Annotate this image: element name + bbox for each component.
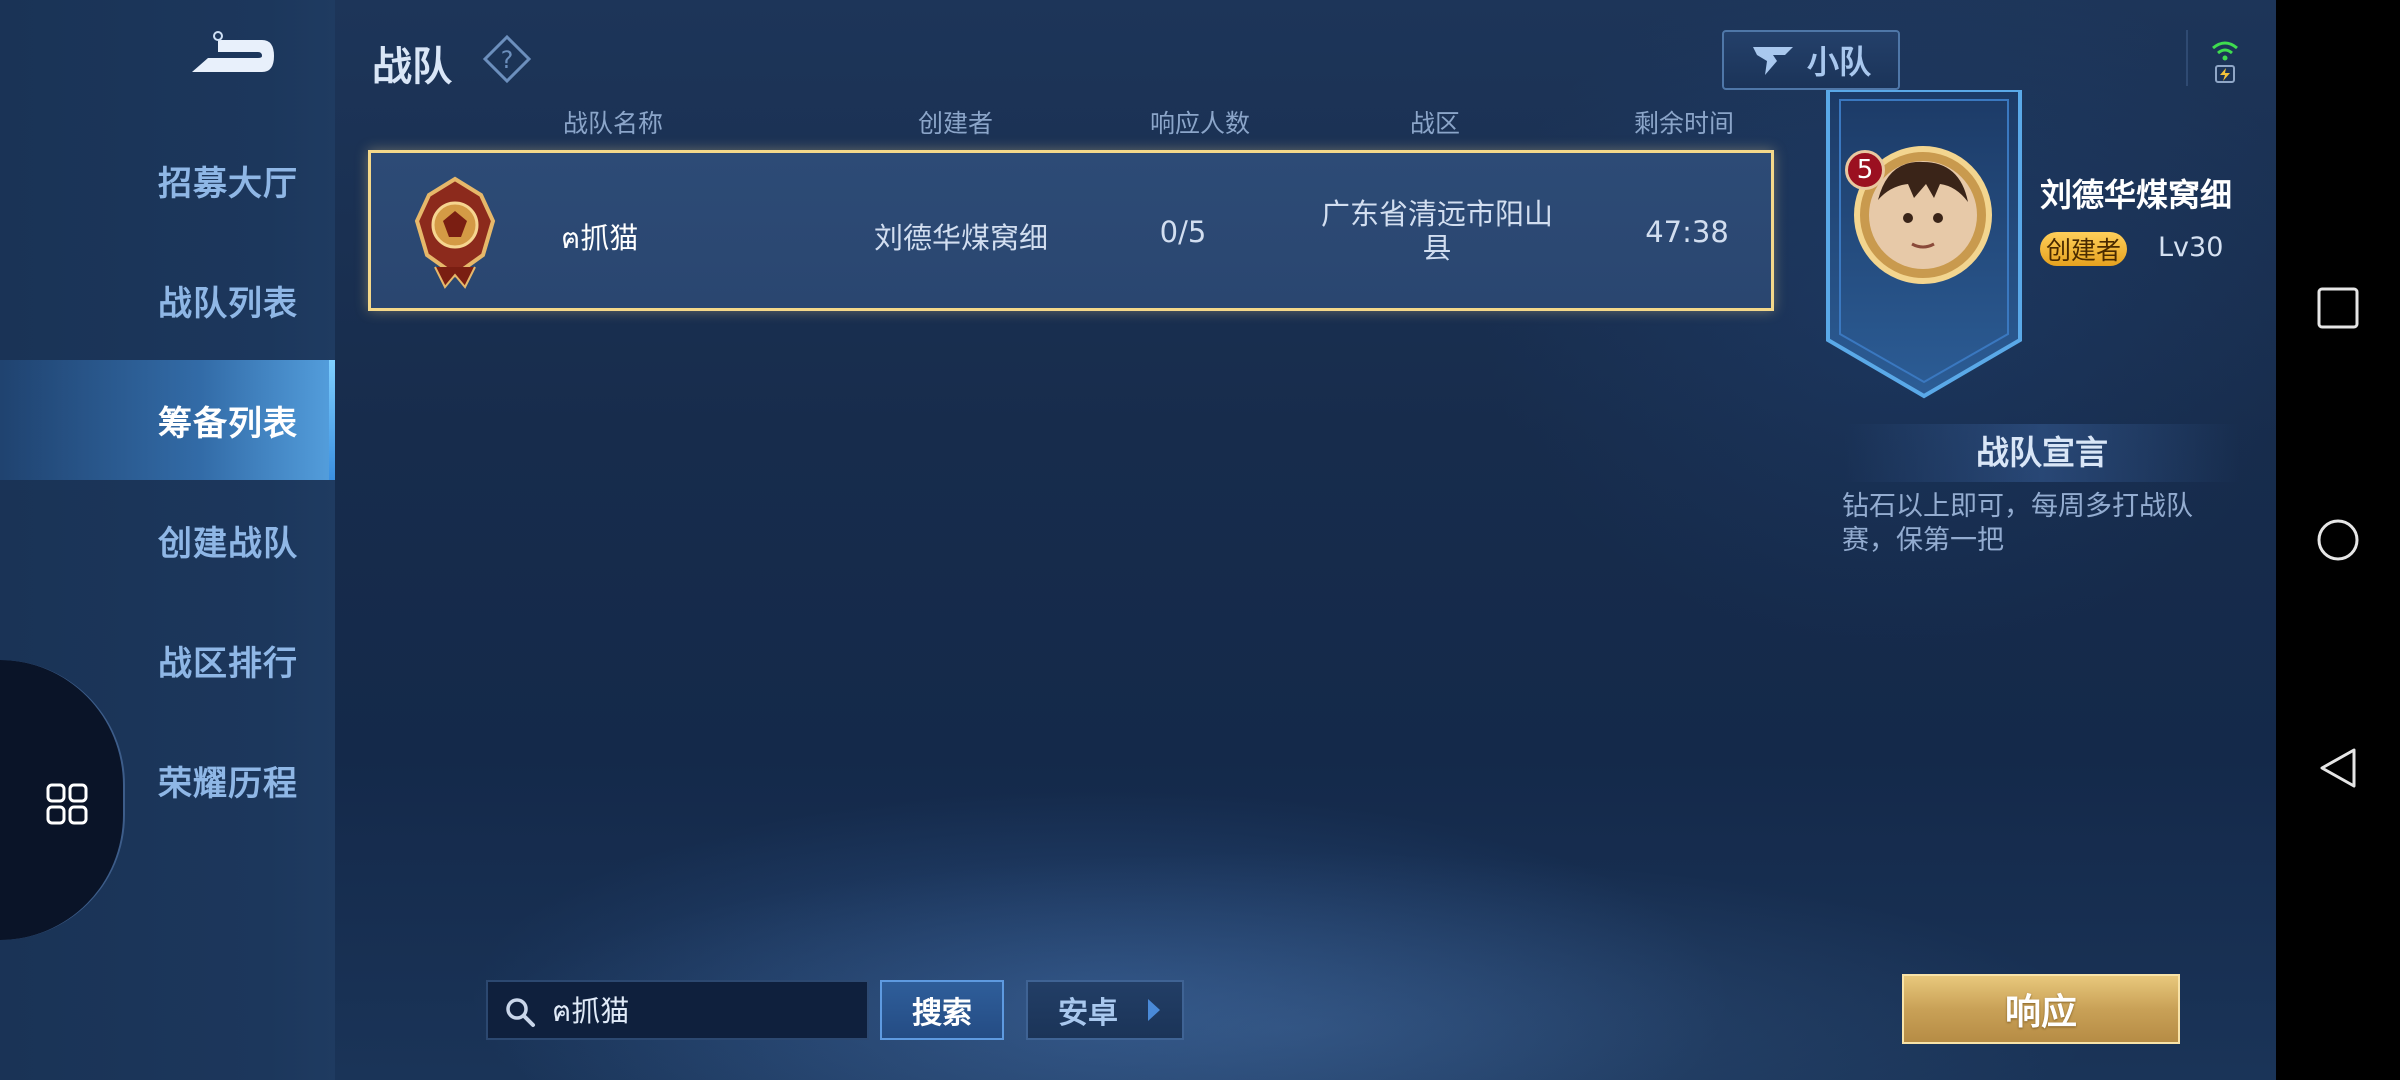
page-title: 战队 bbox=[372, 44, 452, 90]
sidebar-item-label: 招募大厅 bbox=[158, 163, 298, 204]
sidebar-item-label: 战区排行 bbox=[158, 643, 298, 684]
recent-apps-icon[interactable] bbox=[2316, 286, 2360, 330]
sidebar-item-recruit-hall[interactable]: 招募大厅 bbox=[0, 120, 335, 240]
team-name: ฅ抓猫 bbox=[561, 221, 639, 255]
platform-label: 安卓 bbox=[1058, 996, 1118, 1031]
creator-name: 刘德华煤窝细 bbox=[2040, 176, 2233, 214]
sidebar-item-preparation-list[interactable]: 筹备列表 bbox=[0, 360, 335, 480]
sidebar-item-label: 战队列表 bbox=[158, 283, 298, 324]
team-region: 广东省清远市阳山县 bbox=[1320, 197, 1553, 265]
search-input[interactable] bbox=[552, 990, 852, 1032]
manifesto-text: 钻石以上即可，每周多打战队赛，保第一把 bbox=[1842, 491, 2193, 556]
manifesto-title: 战队宣言 bbox=[1844, 424, 2240, 482]
creator-level: Lv30 bbox=[2158, 232, 2224, 263]
respond-button[interactable]: 响应 bbox=[1902, 974, 2180, 1044]
sidebar-item-team-list[interactable]: 战队列表 bbox=[0, 240, 335, 360]
sidebar-item-create-team[interactable]: 创建战队 bbox=[0, 480, 335, 600]
team-emblem-icon bbox=[414, 176, 496, 289]
squad-emblem-icon bbox=[1752, 47, 1793, 75]
sidebar-item-label: 筹备列表 bbox=[158, 403, 298, 444]
squad-button[interactable]: 小队 bbox=[1722, 30, 1900, 90]
grid-menu-icon[interactable] bbox=[46, 783, 88, 825]
wifi-battery-icon bbox=[2212, 41, 2238, 83]
creator-tag: 创建者 bbox=[2040, 232, 2128, 266]
back-arrow-icon[interactable] bbox=[178, 30, 278, 82]
chevron-right-icon bbox=[1148, 999, 1160, 1021]
header-divider bbox=[2186, 30, 2188, 86]
sidebar-item-label: 荣耀历程 bbox=[158, 763, 298, 804]
avatar-level-badge: 5 bbox=[1845, 150, 1885, 190]
column-header-responses: 响应人数 bbox=[1150, 109, 1251, 138]
column-header-team-name: 战队名称 bbox=[563, 109, 664, 138]
team-time-left: 47:38 bbox=[1645, 215, 1729, 249]
home-icon[interactable] bbox=[2316, 518, 2360, 562]
team-creator: 刘德华煤窝细 bbox=[873, 221, 1048, 255]
platform-select[interactable]: 安卓 bbox=[1026, 980, 1184, 1040]
column-header-time-left: 剩余时间 bbox=[1634, 109, 1735, 138]
column-header-creator: 创建者 bbox=[918, 109, 994, 138]
column-header-region: 战区 bbox=[1410, 109, 1461, 138]
team-responses: 0/5 bbox=[1159, 215, 1207, 249]
search-box[interactable] bbox=[486, 980, 869, 1040]
svg-text:?: ? bbox=[501, 46, 514, 74]
sidebar-item-label: 创建战队 bbox=[158, 523, 298, 564]
search-button[interactable]: 搜索 bbox=[880, 980, 1004, 1040]
table-row[interactable]: ฅ抓猫 刘德华煤窝细 0/5 广东省清远市阳山县 47:38 bbox=[368, 150, 1774, 311]
squad-button-label: 小队 bbox=[1806, 43, 1871, 81]
back-icon[interactable] bbox=[2316, 746, 2360, 790]
help-icon[interactable]: ? bbox=[482, 34, 532, 84]
search-icon bbox=[506, 998, 535, 1027]
